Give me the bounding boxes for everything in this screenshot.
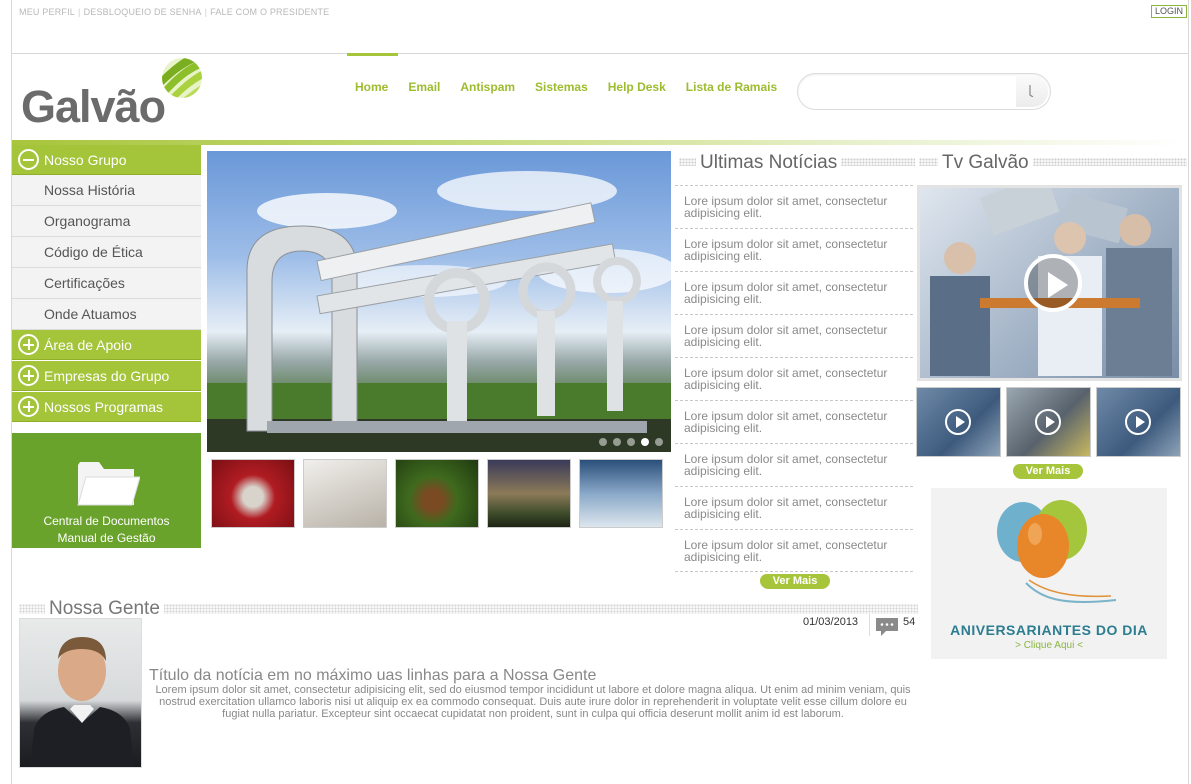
news-item[interactable]: Lore ipsum dolor sit amet, consectetur a… (675, 443, 913, 486)
nossa-gente-date: 01/03/2013 (803, 616, 859, 628)
nossa-gente-photo[interactable] (19, 618, 142, 768)
hero-image (207, 171, 671, 452)
plus-circle-icon (18, 396, 39, 417)
news-item[interactable]: Lore ipsum dolor sit amet, consectetur a… (675, 486, 913, 529)
video-thumbnail[interactable] (916, 387, 1001, 457)
sidebar-group-nosso-grupo[interactable]: Nosso Grupo (12, 145, 201, 175)
thumbnail[interactable] (303, 459, 387, 528)
balloons-icon (997, 500, 1117, 603)
plus-circle-icon (18, 334, 39, 355)
documents-center-link[interactable]: Central de Documentos Manual de Gestão (12, 433, 201, 548)
search-icon (1029, 85, 1034, 97)
nav-email[interactable]: Email (398, 53, 450, 103)
folder-icon (77, 462, 140, 506)
search-box (797, 73, 1051, 110)
sidebar-group-label: Área de Apoio (44, 336, 132, 353)
comment-count: 54 (903, 616, 916, 628)
sidebar-item-certificacoes[interactable]: Certificações (12, 268, 201, 299)
play-icon (945, 409, 971, 435)
nav-home[interactable]: Home (347, 53, 399, 103)
link-meu-perfil[interactable]: MEU PERFIL (19, 7, 75, 17)
documents-label: Central de Documentos (43, 514, 170, 528)
birthday-link[interactable]: > Clique Aqui < (931, 640, 1167, 651)
birthday-title: ANIVERSARIANTES DO DIA (950, 622, 1148, 638)
link-fale-presidente[interactable]: FALE COM O PRESIDENTE (210, 7, 329, 17)
nav-sistemas[interactable]: Sistemas (525, 53, 598, 103)
play-icon[interactable] (1024, 254, 1082, 312)
sidebar-group-label: Empresas do Grupo (44, 367, 170, 384)
news-item[interactable]: Lore ipsum dolor sit amet, consectetur a… (675, 529, 913, 572)
nossa-gente-headline[interactable]: Título da notícia em no máximo uas linha… (149, 667, 596, 685)
tv-video-thumbnails (916, 387, 1181, 457)
news-item[interactable]: Lore ipsum dolor sit amet, consectetur a… (675, 400, 913, 443)
news-item[interactable]: Lore ipsum dolor sit amet, consectetur a… (675, 185, 913, 228)
slider-dot[interactable] (599, 438, 607, 446)
sidebar-menu: Nosso Grupo Nossa História Organograma C… (12, 145, 201, 422)
logo-text[interactable]: Galvão (21, 84, 166, 130)
utility-links: MEU PERFIL | DESBLOQUEIO DE SENHA | FALE COM… (19, 7, 330, 17)
play-icon (1035, 409, 1061, 435)
slider-dot[interactable] (613, 438, 621, 446)
main-nav: Home Email Antispam Sistemas Help Desk L… (347, 53, 787, 103)
video-thumbnail[interactable] (1096, 387, 1181, 457)
manual-label: Manual de Gestão (57, 531, 156, 545)
nossa-gente-body: Lorem ipsum dolor sit amet, consectetur … (155, 684, 911, 720)
meta-divider (869, 614, 870, 636)
person-photo (30, 637, 134, 767)
nav-antispam[interactable]: Antispam (450, 53, 525, 103)
sidebar-group-area-apoio[interactable]: Área de Apoio (12, 330, 201, 360)
sidebar-item-codigo-etica[interactable]: Código de Ética (12, 237, 201, 268)
minus-circle-icon (18, 149, 39, 170)
hero-thumbnails (211, 459, 663, 528)
tv-section-title: Tv Galvão (938, 152, 1033, 174)
thumbnail[interactable] (395, 459, 479, 528)
slider-dot-active[interactable] (641, 438, 649, 446)
login-button[interactable]: LOGIN (1151, 5, 1188, 18)
logo-sphere-icon (162, 58, 202, 98)
video-thumbnail[interactable] (1006, 387, 1091, 457)
comment-icon[interactable] (875, 616, 899, 638)
thumbnail[interactable] (211, 459, 295, 528)
thumbnail[interactable] (579, 459, 663, 528)
sidebar-group-label: Nossos Programas (44, 398, 164, 415)
news-item[interactable]: Lore ipsum dolor sit amet, consectetur a… (675, 357, 913, 400)
tv-main-video[interactable] (917, 185, 1182, 381)
sidebar-group-empresas[interactable]: Empresas do Grupo (12, 361, 201, 391)
news-more-button[interactable]: Ver Mais (760, 574, 830, 589)
sidebar-group-programas[interactable]: Nossos Programas (12, 392, 201, 422)
sidebar-item-organograma[interactable]: Organograma (12, 206, 201, 237)
news-item[interactable]: Lore ipsum dolor sit amet, consectetur a… (675, 271, 913, 314)
slider-pagination (599, 438, 663, 446)
nav-lista-ramais[interactable]: Lista de Ramais (676, 53, 787, 103)
news-list: Lore ipsum dolor sit amet, consectetur a… (675, 185, 913, 572)
nossa-gente-title: Nossa Gente (45, 598, 164, 620)
tv-more-button[interactable]: Ver Mais (1013, 464, 1083, 479)
birthday-banner[interactable]: ANIVERSARIANTES DO DIA > Clique Aqui < (931, 488, 1167, 659)
search-input[interactable] (812, 74, 1012, 109)
sidebar-item-onde-atuamos[interactable]: Onde Atuamos (12, 299, 201, 330)
play-icon (1125, 409, 1151, 435)
news-section-title: Ultimas Notícias (696, 152, 842, 174)
slider-dot[interactable] (627, 438, 635, 446)
sidebar-group-label: Nosso Grupo (44, 151, 127, 168)
news-item[interactable]: Lore ipsum dolor sit amet, consectetur a… (675, 314, 913, 357)
slider-dot[interactable] (655, 438, 663, 446)
nav-help-desk[interactable]: Help Desk (598, 53, 676, 103)
news-item[interactable]: Lore ipsum dolor sit amet, consectetur a… (675, 228, 913, 271)
search-button[interactable] (1016, 76, 1048, 107)
plus-circle-icon (18, 365, 39, 386)
link-desbloqueio-senha[interactable]: DESBLOQUEIO DE SENHA (84, 7, 202, 17)
thumbnail[interactable] (487, 459, 571, 528)
hero-slider[interactable] (207, 151, 671, 452)
sidebar-item-nossa-historia[interactable]: Nossa História (12, 175, 201, 206)
